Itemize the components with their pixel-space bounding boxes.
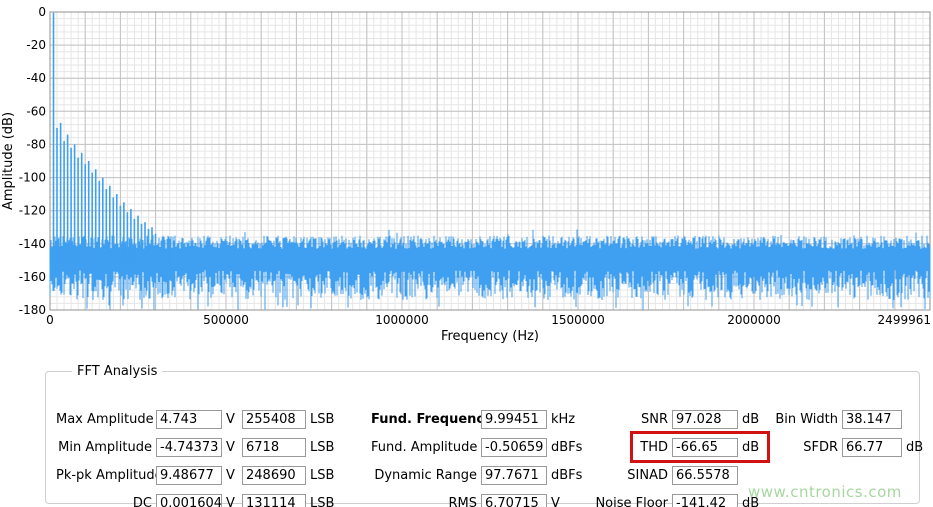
rms-label: RMS xyxy=(371,496,477,507)
snr-label: SNR xyxy=(584,412,668,427)
min-amplitude-volts-field[interactable]: -4.74373 xyxy=(156,438,222,457)
volts-unit-label: V xyxy=(551,496,560,507)
y-tick-label: -100 xyxy=(19,171,46,185)
fund-amplitude-label: Fund. Amplitude xyxy=(371,440,477,455)
lsb-unit-label: LSB xyxy=(310,440,334,455)
y-tick-label: -60 xyxy=(26,104,46,118)
y-tick-label: -140 xyxy=(19,237,46,251)
spectrum-chart[interactable]: 0 500000 1000000 1500000 2000000 2499961 0 -20 -… xyxy=(0,0,933,348)
noise-floor-label: Noise Floor xyxy=(584,496,668,507)
x-tick-label: 1000000 xyxy=(375,313,428,327)
dynamic-range-row: Dynamic Range 97.7671 dBFs xyxy=(371,461,582,489)
fft-plot: 0 500000 1000000 1500000 2000000 2499961 0 -20 -… xyxy=(0,0,933,348)
dynamic-range-field[interactable]: 97.7671 xyxy=(481,466,547,485)
x-tick-label: 1500000 xyxy=(551,313,604,327)
sinad-label: SINAD xyxy=(584,468,668,483)
x-tick-label: 0 xyxy=(46,313,54,327)
lsb-unit-label: LSB xyxy=(310,468,334,483)
thd-label: THD xyxy=(584,440,668,455)
y-tick-label: -40 xyxy=(26,71,46,85)
db-unit-label: dB xyxy=(742,440,759,455)
fund-frequency-row: Fund. Frequency 9.99451 kHz xyxy=(371,405,582,433)
dbfs-unit-label: dBFs xyxy=(551,468,582,483)
y-tick-label: -180 xyxy=(19,303,46,317)
sfdr-field[interactable]: 66.77 xyxy=(842,438,902,457)
fund-amplitude-row: Fund. Amplitude -0.50659 dBFs xyxy=(371,433,582,461)
noise-floor-row: Noise Floor -141.42 dB xyxy=(584,489,759,507)
fft-analyzer-window: 0 500000 1000000 1500000 2000000 2499961 0 -20 -… xyxy=(0,0,933,507)
dynamic-range-label: Dynamic Range xyxy=(371,468,477,483)
pkpk-amplitude-lsb-field[interactable]: 248690 xyxy=(242,466,306,485)
volts-unit-label: V xyxy=(226,440,242,455)
y-tick-label: -120 xyxy=(19,204,46,218)
thd-field[interactable]: -66.65 xyxy=(672,438,738,457)
db-unit-label: dB xyxy=(906,440,923,455)
snr-field[interactable]: 97.028 xyxy=(672,410,738,429)
dc-lsb-field[interactable]: 131114 xyxy=(242,494,306,507)
lsb-unit-label: LSB xyxy=(310,496,334,507)
min-amplitude-label: Min Amplitude xyxy=(56,440,152,455)
sfdr-row: SFDR 66.77 dB xyxy=(768,433,923,461)
noise-floor-field[interactable]: -141.42 xyxy=(672,494,738,507)
x-tick-label: 2000000 xyxy=(727,313,780,327)
rms-field[interactable]: 6.70715 xyxy=(481,494,547,507)
db-unit-label: dB xyxy=(742,412,759,427)
pkpk-amplitude-volts-field[interactable]: 9.48677 xyxy=(156,466,222,485)
min-amplitude-lsb-field[interactable]: 6718 xyxy=(242,438,306,457)
panel-legend: FFT Analysis xyxy=(72,364,162,379)
x-tick-label: 500000 xyxy=(203,313,249,327)
fund-frequency-field[interactable]: 9.99451 xyxy=(481,410,547,429)
y-tick-label: -160 xyxy=(19,270,46,284)
amplitude-column: Max Amplitude 4.743 V 255408 LSB Min Amp… xyxy=(56,405,334,507)
fund-frequency-label: Fund. Frequency xyxy=(371,412,477,427)
volts-unit-label: V xyxy=(226,496,242,507)
volts-unit-label: V xyxy=(226,468,242,483)
y-tick-label: -20 xyxy=(26,38,46,52)
fundamental-column: Fund. Frequency 9.99451 kHz Fund. Amplit… xyxy=(371,405,582,507)
spectrum-noise-trace xyxy=(50,230,930,310)
max-amplitude-label: Max Amplitude xyxy=(56,412,152,427)
volts-unit-label: V xyxy=(226,412,242,427)
noise-metrics-column: SNR 97.028 dB THD -66.65 dB SINAD 66.557… xyxy=(584,405,759,507)
dc-row: DC 0.001604 V 131114 LSB xyxy=(56,489,334,507)
x-axis-title: Frequency (Hz) xyxy=(441,329,539,344)
sinad-row: SINAD 66.5578 xyxy=(584,461,759,489)
khz-unit-label: kHz xyxy=(551,412,575,427)
sfdr-label: SFDR xyxy=(768,440,838,455)
sinad-field[interactable]: 66.5578 xyxy=(672,466,738,485)
dc-label: DC xyxy=(56,496,152,507)
bin-metrics-column: Bin Width 38.147 SFDR 66.77 dB xyxy=(768,405,923,461)
dc-volts-field[interactable]: 0.001604 xyxy=(156,494,222,507)
pkpk-amplitude-label: Pk-pk Amplitude xyxy=(56,468,152,483)
min-amplitude-row: Min Amplitude -4.74373 V 6718 LSB xyxy=(56,433,334,461)
x-tick-label: 2499961 xyxy=(878,313,931,327)
lsb-unit-label: LSB xyxy=(310,412,334,427)
max-amplitude-volts-field[interactable]: 4.743 xyxy=(156,410,222,429)
watermark: www.cntronics.com xyxy=(748,483,902,501)
fund-amplitude-field[interactable]: -0.50659 xyxy=(481,438,547,457)
max-amplitude-lsb-field[interactable]: 255408 xyxy=(242,410,306,429)
y-axis-title: Amplitude (dB) xyxy=(1,112,16,210)
thd-row: THD -66.65 dB xyxy=(584,433,759,461)
dbfs-unit-label: dBFs xyxy=(551,440,582,455)
bin-width-label: Bin Width xyxy=(768,412,838,427)
rms-row: RMS 6.70715 V xyxy=(371,489,582,507)
snr-row: SNR 97.028 dB xyxy=(584,405,759,433)
bin-width-field[interactable]: 38.147 xyxy=(842,410,902,429)
y-tick-label: 0 xyxy=(38,5,46,19)
bin-width-row: Bin Width 38.147 xyxy=(768,405,923,433)
y-tick-label: -80 xyxy=(26,137,46,151)
max-amplitude-row: Max Amplitude 4.743 V 255408 LSB xyxy=(56,405,334,433)
pkpk-amplitude-row: Pk-pk Amplitude 9.48677 V 248690 LSB xyxy=(56,461,334,489)
